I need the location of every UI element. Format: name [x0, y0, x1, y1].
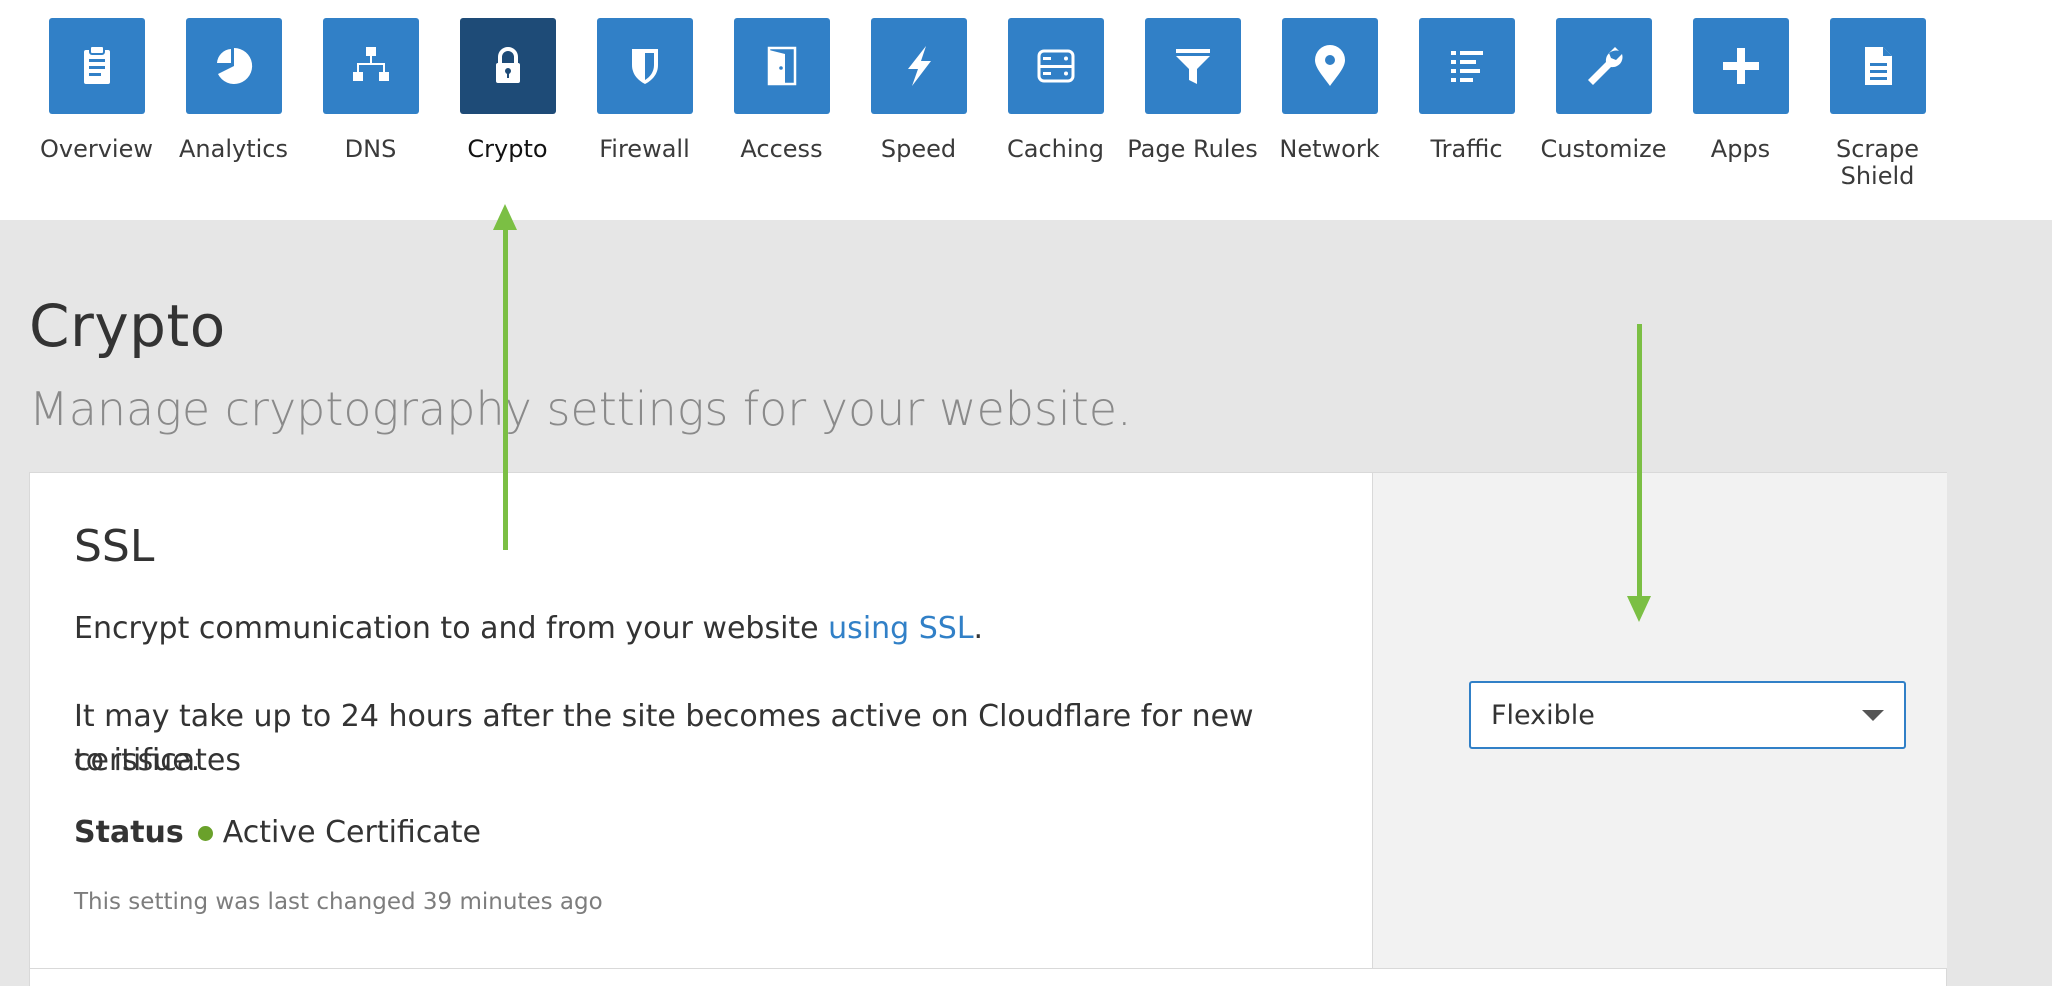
ssl-note-line-1: It may take up to 24 hours after the sit… [74, 699, 1254, 778]
nav-label: Traffic [1430, 135, 1503, 163]
nav-tile [1692, 18, 1789, 114]
lightning-icon [907, 46, 931, 86]
nav-label: Customize [1540, 135, 1667, 163]
door-icon [767, 46, 796, 86]
nav-label: Speed [880, 135, 957, 163]
nav-tile [733, 18, 830, 114]
nav-tile [1007, 18, 1104, 114]
shield-icon [631, 49, 658, 84]
page-subtitle: Manage cryptography settings for your we… [29, 382, 1132, 436]
top-nav: Overview Analytics DNS Crypto Firewall A… [0, 0, 2052, 220]
lock-icon [495, 47, 520, 83]
ssl-title: SSL [74, 521, 155, 572]
status-dot-icon [197, 825, 213, 841]
using-ssl-link[interactable]: using SSL [828, 611, 973, 646]
chevron-down-icon [1862, 710, 1884, 721]
nav-tile [459, 18, 556, 114]
nav-caching[interactable]: Caching [987, 18, 1124, 163]
nav-label: Overview [40, 135, 153, 163]
nav-firewall[interactable]: Firewall [576, 18, 713, 163]
nav-traffic[interactable]: Traffic [1398, 18, 1535, 163]
nav-tile [48, 18, 145, 114]
server-icon [1037, 49, 1074, 83]
nav-label: Page Rules [1127, 135, 1258, 163]
ssl-note-line-2: to issue. [74, 743, 201, 778]
nav-analytics[interactable]: Analytics [165, 18, 302, 163]
ssl-card: SSL Encrypt communication to and from yo… [29, 472, 1947, 986]
status-label: Status [74, 815, 184, 850]
pie-chart-icon [216, 47, 252, 84]
nav-label: DNS [344, 135, 397, 163]
ssl-status: Status Active Certificate [74, 811, 481, 855]
nav-overview[interactable]: Overview [28, 18, 165, 163]
nav-tile [870, 18, 967, 114]
nav-speed[interactable]: Speed [850, 18, 987, 163]
nav-apps[interactable]: Apps [1672, 18, 1809, 163]
nav-tile [322, 18, 419, 114]
nav-dns[interactable]: DNS [302, 18, 439, 163]
nav-label: Access [740, 135, 823, 163]
nav-customize[interactable]: Customize [1535, 18, 1672, 163]
annotation-arrow-up [493, 204, 517, 550]
nav-label: Caching [1007, 135, 1104, 163]
list-icon [1450, 51, 1483, 82]
ssl-mode-value: Flexible [1491, 699, 1595, 731]
ssl-mode-select[interactable]: Flexible [1469, 681, 1906, 749]
ssl-card-control: Flexible [1372, 473, 1947, 969]
annotation-arrow-down [1627, 324, 1651, 622]
ssl-description-end: . [973, 611, 984, 646]
document-icon [1864, 47, 1892, 85]
plus-icon [1722, 48, 1759, 84]
nav-network[interactable]: Network [1261, 18, 1398, 163]
nav-crypto[interactable]: Crypto [439, 18, 576, 163]
nav-tile [1281, 18, 1378, 114]
network-tree-icon [352, 47, 389, 81]
filter-icon [1175, 49, 1210, 84]
last-changed-text: This setting was last changed 39 minutes… [74, 889, 603, 915]
location-pin-icon [1314, 45, 1345, 86]
nav-tile [596, 18, 693, 114]
clipboard-icon [83, 45, 110, 84]
ssl-card-body: SSL Encrypt communication to and from yo… [30, 473, 1372, 969]
nav-label: Analytics [179, 135, 288, 163]
ssl-description: Encrypt communication to and from your w… [74, 607, 983, 651]
wrench-icon [1587, 47, 1622, 85]
nav-label: Network [1279, 135, 1380, 163]
nav-scrape-shield[interactable]: Scrape Shield [1809, 18, 1946, 190]
nav-page-rules[interactable]: Page Rules [1124, 18, 1261, 163]
page-title: Crypto [29, 292, 226, 360]
nav-tile [1418, 18, 1515, 114]
nav-label: Firewall [599, 135, 690, 163]
nav-tile [185, 18, 282, 114]
nav-tile [1829, 18, 1926, 114]
nav-tile [1555, 18, 1652, 114]
nav-label: Apps [1710, 135, 1771, 163]
status-value: Active Certificate [222, 815, 481, 850]
nav-access[interactable]: Access [713, 18, 850, 163]
nav-label: Scrape Shield [1835, 135, 1919, 190]
nav-tile [1144, 18, 1241, 114]
nav-label: Crypto [467, 135, 548, 163]
ssl-description-text: Encrypt communication to and from your w… [74, 611, 829, 646]
